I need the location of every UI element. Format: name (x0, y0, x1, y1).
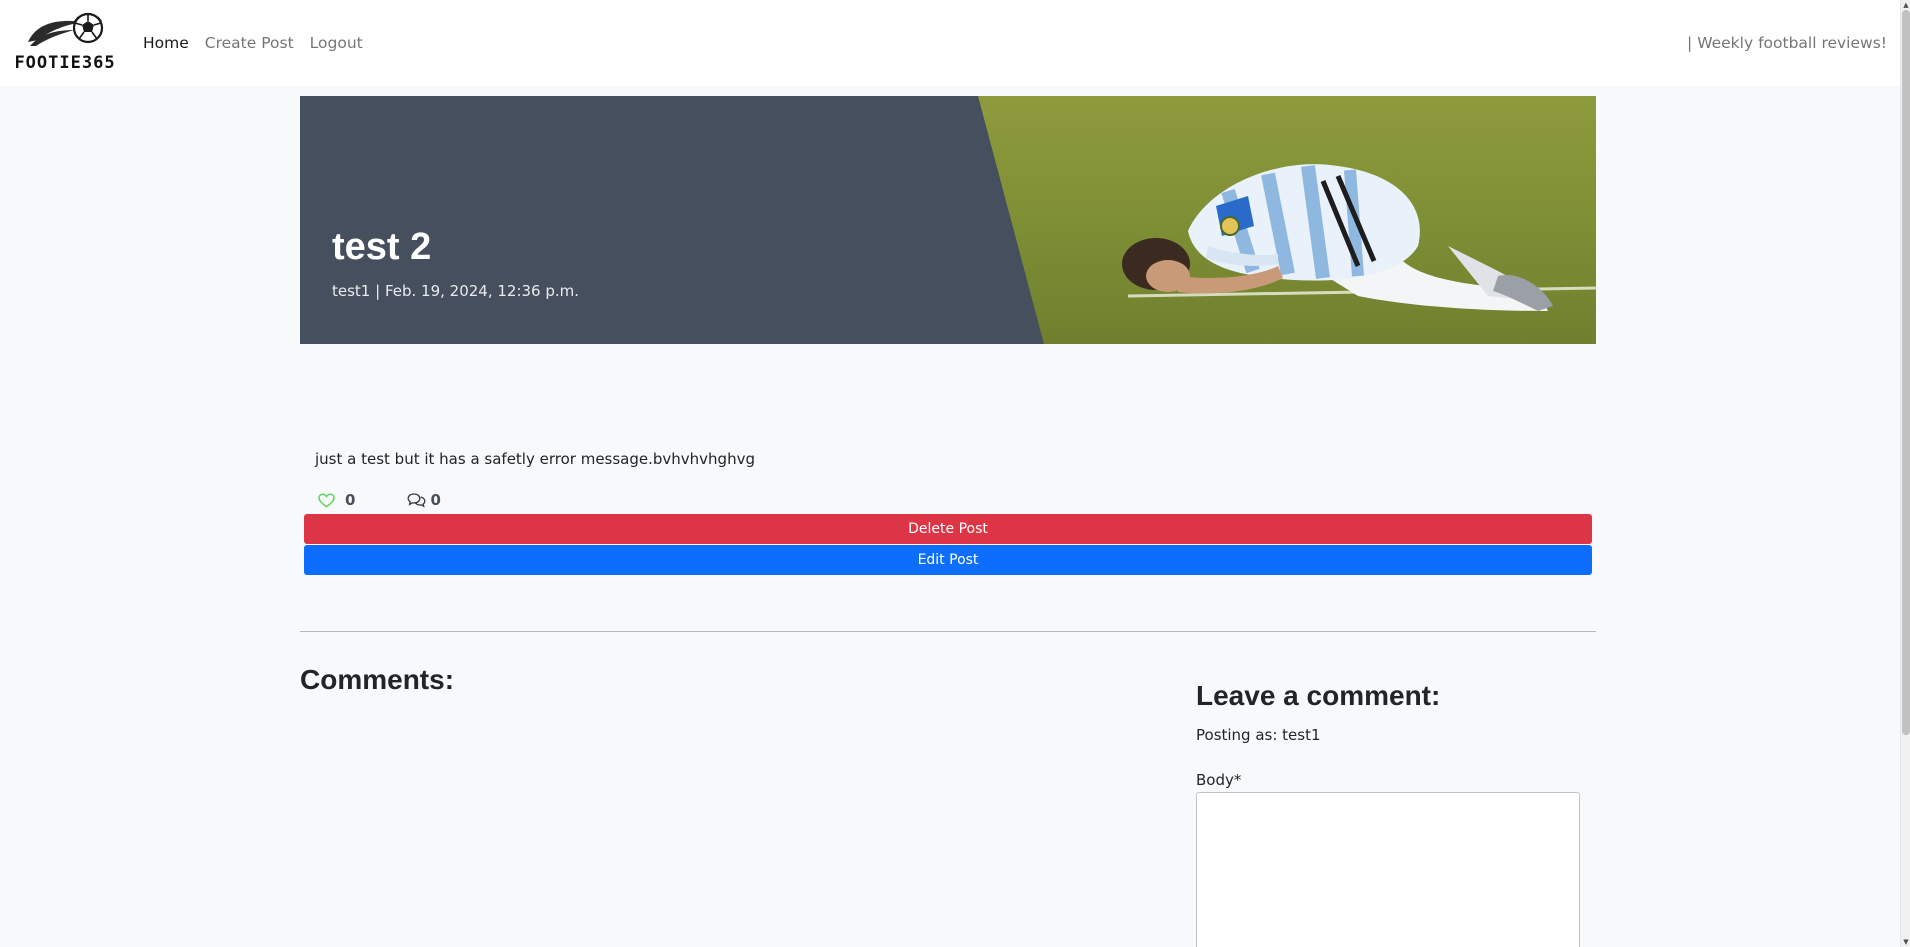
edit-post-button[interactable]: Edit Post (304, 545, 1592, 575)
heart-icon[interactable] (318, 492, 335, 508)
comment-count: 0 (430, 491, 441, 509)
navbar: FOOTIE365 Home Create Post Logout | Week… (0, 0, 1901, 86)
brand-name: FOOTIE365 (14, 53, 116, 73)
scroll-up-icon[interactable]: ▲ (1901, 0, 1910, 10)
section-divider (300, 631, 1596, 632)
post-meta: test1 | Feb. 19, 2024, 12:36 p.m. (332, 282, 580, 300)
football-logo-icon (28, 12, 104, 46)
post-stats: 0 0 (318, 490, 441, 510)
post-hero: test 2 test1 | Feb. 19, 2024, 12:36 p.m. (300, 96, 1596, 344)
nav-home-link[interactable]: Home (143, 34, 197, 52)
posting-as-label: Posting as: test1 (1196, 726, 1321, 744)
like-count: 0 (345, 491, 356, 509)
like-stat: 0 (318, 491, 355, 509)
post-body: just a test but it has a safetly error m… (315, 450, 755, 468)
post-title: test 2 (332, 226, 432, 268)
scroll-down-icon[interactable]: ▼ (1901, 937, 1910, 947)
comment-stat: 0 (407, 491, 441, 509)
page: FOOTIE365 Home Create Post Logout | Week… (0, 0, 1910, 947)
nav-links: Home Create Post Logout (143, 0, 371, 86)
post-featured-image (978, 96, 1596, 344)
delete-post-button[interactable]: Delete Post (304, 514, 1592, 544)
leave-comment-heading: Leave a comment: (1196, 680, 1441, 711)
comments-heading: Comments: (300, 664, 455, 695)
nav-create-post-link[interactable]: Create Post (197, 34, 302, 52)
nav-tagline: | Weekly football reviews! (1687, 34, 1887, 52)
comment-body-label: Body* (1196, 771, 1242, 789)
page-scrollbar[interactable]: ▲ ▼ (1900, 0, 1910, 947)
comment-body-input[interactable] (1196, 792, 1580, 947)
brand-logo-link[interactable]: FOOTIE365 (12, 12, 118, 74)
nav-logout-link[interactable]: Logout (302, 34, 371, 52)
scrollbar-thumb[interactable] (1902, 10, 1910, 735)
speech-bubbles-icon (407, 493, 426, 508)
